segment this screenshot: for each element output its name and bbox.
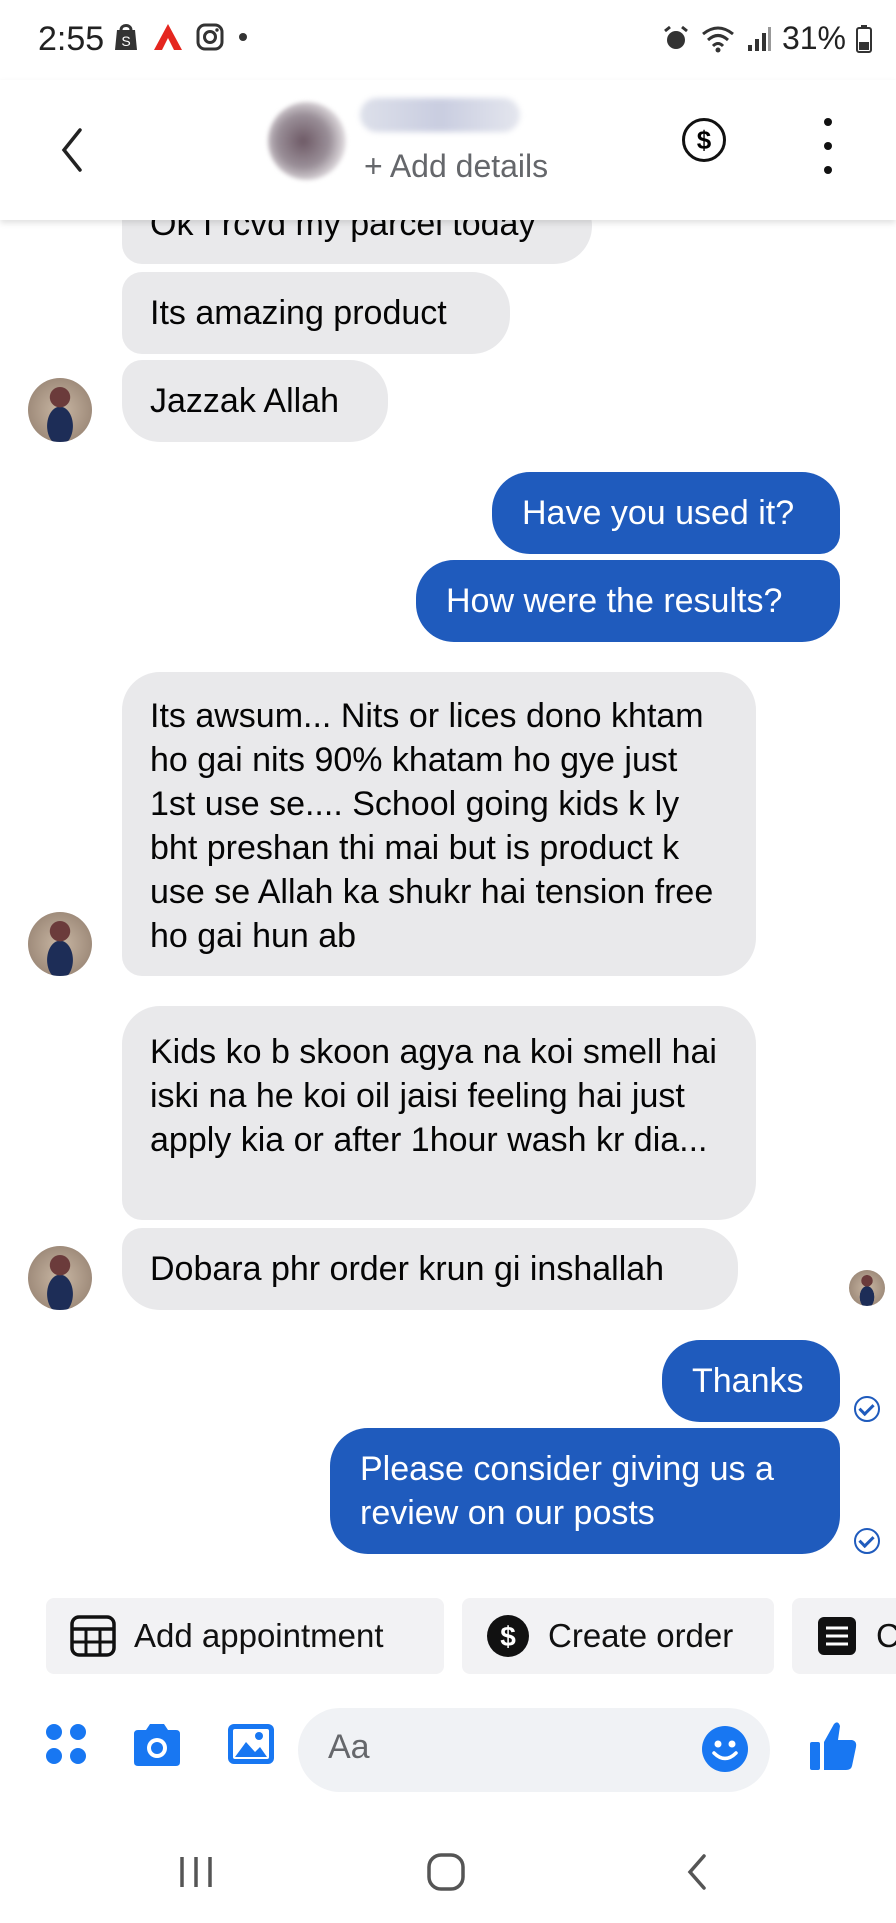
read-receipt-avatar xyxy=(849,1270,885,1306)
message-bubble[interactable]: Kids ko b skoon agya na koi smell hai is… xyxy=(122,1006,756,1220)
message-bubble[interactable]: Thanks xyxy=(662,1340,840,1422)
sender-avatar[interactable] xyxy=(28,1246,92,1310)
add-details-link[interactable]: + Add details xyxy=(364,148,548,185)
message-text: Its awsum... Nits or lices dono khtam ho… xyxy=(150,697,714,955)
message-input[interactable]: Aa xyxy=(298,1708,770,1792)
message-text: Jazzak Allah xyxy=(150,382,339,420)
more-options-button[interactable] xyxy=(818,118,838,174)
message-text: Thanks xyxy=(692,1362,804,1400)
quick-reply-chip-partial[interactable]: C xyxy=(792,1598,896,1674)
system-nav-bar xyxy=(0,1836,896,1923)
battery-percent: 31% xyxy=(781,20,846,56)
adobe-icon xyxy=(154,24,182,50)
message-text: Dobara phr order krun gi inshallah xyxy=(150,1250,665,1288)
back-nav-icon[interactable] xyxy=(682,1852,712,1892)
contact-avatar[interactable] xyxy=(268,102,346,180)
message-bubble[interactable]: Its awsum... Nits or lices dono khtam ho… xyxy=(122,672,756,976)
like-icon[interactable] xyxy=(808,1720,858,1772)
calendar-icon xyxy=(70,1615,116,1657)
message-text: Have you used it? xyxy=(522,494,795,532)
recent-apps-icon[interactable] xyxy=(176,1854,216,1890)
emoji-icon[interactable] xyxy=(702,1726,748,1772)
message-bubble[interactable]: Its amazing product xyxy=(122,272,510,354)
status-bar: 2:55 S 31% xyxy=(0,0,896,80)
chip-label: Add appointment xyxy=(134,1617,384,1654)
notification-icons: S xyxy=(112,22,250,52)
sent-check-icon xyxy=(854,1528,880,1554)
signal-icon xyxy=(747,26,771,51)
dollar-icon: $ xyxy=(696,124,712,155)
svg-text:$: $ xyxy=(500,1621,516,1652)
message-text: Please consider giving us a review on ou… xyxy=(360,1450,774,1532)
status-time: 2:55 xyxy=(38,20,105,58)
message-bubble[interactable]: Jazzak Allah xyxy=(122,360,388,442)
message-text: Its amazing product xyxy=(150,294,447,332)
more-actions-icon[interactable] xyxy=(44,1722,88,1766)
message-bubble[interactable]: Have you used it? xyxy=(492,472,840,554)
camera-icon[interactable] xyxy=(130,1722,184,1768)
chip-label: C xyxy=(876,1617,896,1654)
chip-label: Create order xyxy=(548,1617,734,1654)
create-order-button[interactable]: $ Create order xyxy=(462,1598,774,1674)
message-bubble[interactable]: Please consider giving us a review on ou… xyxy=(330,1428,840,1554)
sender-avatar[interactable] xyxy=(28,912,92,976)
message-bubble[interactable]: Dobara phr order krun gi inshallah xyxy=(122,1228,738,1310)
back-button[interactable] xyxy=(52,120,92,180)
gallery-icon[interactable] xyxy=(226,1722,276,1766)
message-text: Kids ko b skoon agya na koi smell hai is… xyxy=(150,1033,717,1159)
home-icon[interactable] xyxy=(426,1852,466,1892)
battery-icon xyxy=(856,24,872,53)
instagram-icon xyxy=(196,23,224,51)
sent-check-icon xyxy=(854,1396,880,1422)
shopify-icon: S xyxy=(115,24,137,50)
dot-icon xyxy=(239,33,247,41)
chat-header: + Add details $ xyxy=(0,80,896,220)
dollar-icon: $ xyxy=(486,1614,530,1658)
message-text: How were the results? xyxy=(446,582,783,620)
message-bubble[interactable]: How were the results? xyxy=(416,560,840,642)
receipt-icon xyxy=(816,1615,858,1657)
contact-name-blurred[interactable] xyxy=(360,98,520,132)
sender-avatar[interactable] xyxy=(28,378,92,442)
payment-button[interactable]: $ xyxy=(682,118,726,162)
wifi-icon xyxy=(702,26,734,52)
alarm-icon xyxy=(664,25,688,49)
add-appointment-button[interactable]: Add appointment xyxy=(46,1598,444,1674)
svg-text:S: S xyxy=(121,33,130,49)
message-placeholder: Aa xyxy=(328,1728,370,1766)
